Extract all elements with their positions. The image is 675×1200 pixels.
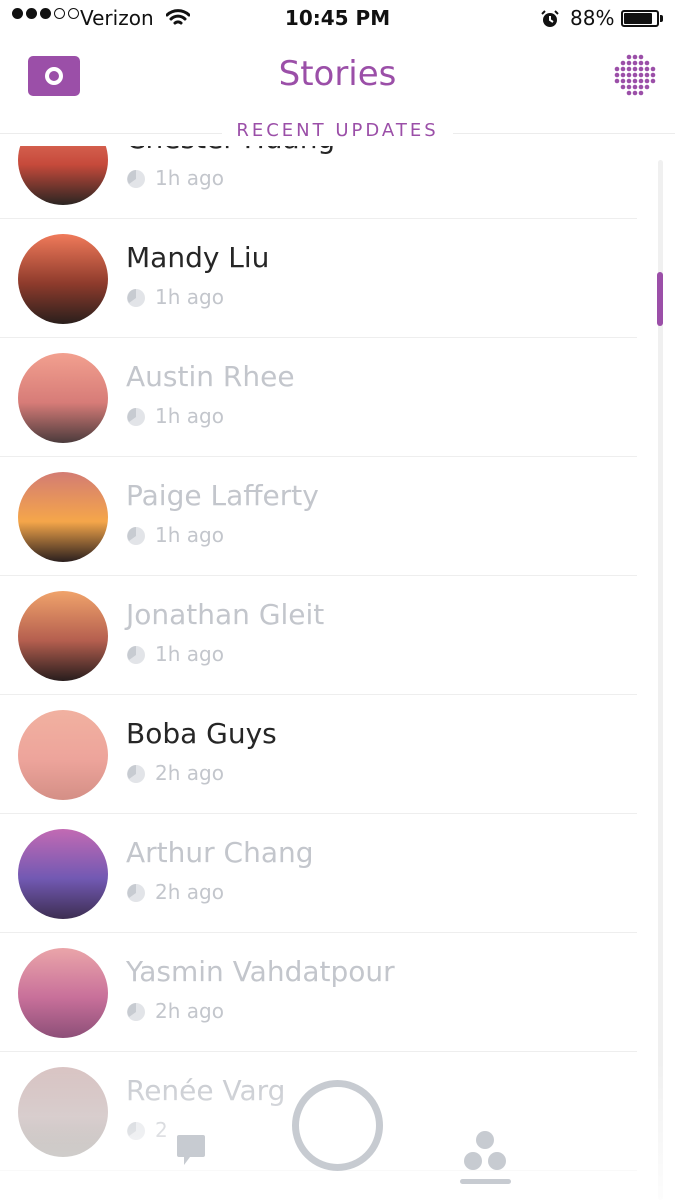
active-tab-indicator (460, 1179, 511, 1184)
stories-icon[interactable] (462, 1130, 508, 1174)
story-thumbnail[interactable] (18, 146, 108, 205)
page-title: Stories (278, 54, 397, 94)
story-name: Arthur Chang (126, 836, 314, 869)
story-row[interactable]: Jonathan Gleit 1h ago (0, 576, 637, 695)
story-name: Chester Huang (126, 146, 335, 155)
section-label: RECENT UPDATES (222, 120, 453, 141)
story-thumbnail[interactable] (18, 710, 108, 800)
timer-icon (127, 170, 145, 188)
story-thumbnail[interactable] (18, 472, 108, 562)
timer-icon (127, 527, 145, 545)
section-header: RECENT UPDATES (0, 120, 675, 146)
story-thumbnail[interactable] (18, 829, 108, 919)
story-timestamp: 2h ago (155, 880, 224, 904)
timer-icon (127, 1003, 145, 1021)
story-timestamp: 1h ago (155, 523, 224, 547)
battery-percentage: 88% (570, 6, 615, 30)
timer-icon (127, 884, 145, 902)
story-timestamp: 2h ago (155, 761, 224, 785)
timer-icon (127, 646, 145, 664)
story-name: Paige Lafferty (126, 479, 319, 512)
story-thumbnail[interactable] (18, 591, 108, 681)
battery-nub (660, 15, 663, 22)
timer-icon (127, 765, 145, 783)
story-timestamp: 2h ago (155, 999, 224, 1023)
story-row[interactable]: Mandy Liu 1h ago (0, 219, 637, 338)
story-name: Boba Guys (126, 717, 277, 750)
story-thumbnail[interactable] (18, 353, 108, 443)
timer-icon (127, 289, 145, 307)
battery-level (624, 13, 653, 24)
story-timestamp: 1h ago (155, 642, 224, 666)
story-timestamp: 1h ago (155, 166, 224, 190)
timer-icon (127, 408, 145, 426)
battery-icon (621, 10, 659, 27)
story-list: Chester Huang1h agoMandy Liu1h agoAustin… (0, 146, 640, 1200)
scrollbar-thumb[interactable] (657, 272, 663, 326)
story-row[interactable]: Yasmin Vahdatpour 2h ago (0, 933, 637, 1052)
chat-icon[interactable] (176, 1133, 206, 1167)
story-row[interactable]: Paige Lafferty 1h ago (0, 457, 637, 576)
story-name: Yasmin Vahdatpour (126, 955, 395, 988)
alarm-icon (541, 10, 559, 27)
story-row[interactable]: Boba Guys 2h ago (0, 695, 637, 814)
story-name: Jonathan Gleit (126, 598, 325, 631)
story-name: Austin Rhee (126, 360, 295, 393)
discover-grid-icon[interactable] (612, 52, 658, 98)
story-row[interactable]: Arthur Chang 2h ago (0, 814, 637, 933)
story-row[interactable]: Chester Huang 1h ago (0, 146, 637, 219)
story-timestamp: 1h ago (155, 404, 224, 428)
story-thumbnail[interactable] (18, 234, 108, 324)
story-timestamp: 1h ago (155, 285, 224, 309)
capture-button[interactable] (292, 1080, 383, 1171)
status-bar: Verizon 10:45 PM 88% (0, 0, 675, 38)
story-thumbnail[interactable] (18, 948, 108, 1038)
story-row[interactable]: Austin Rhee 1h ago (0, 338, 637, 457)
story-name: Mandy Liu (126, 241, 270, 274)
